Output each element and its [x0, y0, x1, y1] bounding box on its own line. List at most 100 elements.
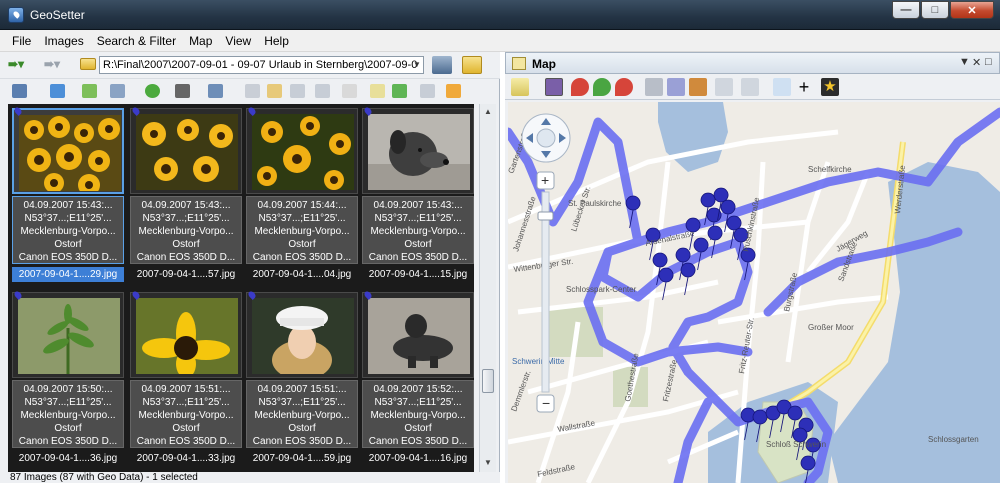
copy-icon[interactable] [267, 84, 282, 98]
photo-camera: Canon EOS 350D D... [136, 436, 236, 447]
photo-region: Mecklenburg-Vorpo... [370, 410, 466, 421]
menu-help[interactable]: Help [264, 34, 289, 48]
photo-location: Ostorf [172, 239, 200, 250]
go-folder-icon[interactable] [432, 56, 452, 74]
tracks-icon[interactable] [392, 84, 407, 98]
photo-date: 04.09.2007 15:44:... [257, 200, 347, 211]
photo-region: Mecklenburg-Vorpo... [370, 226, 466, 237]
favorites-folder-icon[interactable] [462, 56, 482, 74]
photo-coordinates: N53°37...;E11°25'... [258, 213, 346, 224]
photo-region: Mecklenburg-Vorpo... [138, 410, 234, 421]
photo-info: 04.09.2007 15:50:... N53°37...;E11°25'..… [12, 380, 124, 448]
photo-filename[interactable]: 2007-09-04-1....04.jpg [246, 267, 358, 282]
next-icon[interactable] [741, 78, 759, 96]
thumbnail-item[interactable]: 04.09.2007 15:51:... N53°37...;E11°25'..… [130, 290, 242, 464]
thumbnail-item[interactable]: 04.09.2007 15:43:... N53°37...;E11°25'..… [130, 106, 242, 280]
address-bar: ➠▾ ➠▾ R:\Final\2007\2007-09-01 - 09-07 U… [0, 52, 500, 78]
set-marker-icon[interactable] [545, 78, 563, 96]
refresh-icon[interactable] [145, 84, 160, 98]
thumbnail-item[interactable]: 04.09.2007 15:52:... N53°37...;E11°25'..… [362, 290, 474, 464]
photo-region: Mecklenburg-Vorpo... [20, 226, 116, 237]
edit-data-icon[interactable] [110, 84, 125, 98]
map-view[interactable]: Arsenalstraße Schlosspark-Center Johanne… [508, 102, 1000, 483]
map-icon [512, 57, 526, 70]
scroll-thumb[interactable] [482, 369, 494, 393]
assign-position-icon[interactable] [82, 84, 97, 98]
paste-icon[interactable] [290, 84, 305, 98]
search-place-icon[interactable] [689, 78, 707, 96]
red-pin-icon[interactable] [571, 78, 589, 96]
map-type-icon[interactable] [511, 78, 529, 96]
photo-coordinates: N53°37...;E11°25'... [258, 397, 346, 408]
scroll-up-icon[interactable]: ▲ [481, 105, 495, 119]
photo-flowers [252, 114, 354, 190]
panel-menu-icon[interactable]: ▼ [959, 56, 970, 68]
minimize-button[interactable]: — [892, 1, 920, 19]
photo-filename[interactable]: 2007-09-04-1....15.jpg [362, 267, 474, 282]
comment-icon[interactable] [773, 78, 791, 96]
photo-camera: Canon EOS 350D D... [368, 436, 468, 447]
map-toolbar: + ★ [505, 74, 1000, 100]
undo-icon[interactable] [420, 84, 435, 98]
photo-info: 04.09.2007 15:51:... N53°37...;E11°25'..… [246, 380, 358, 448]
window-title: GeoSetter [30, 8, 85, 22]
thumbnail-item[interactable]: 04.09.2007 15:50:... N53°37...;E11°25'..… [12, 290, 124, 464]
map-view-icon[interactable] [370, 84, 385, 98]
paste-special-icon[interactable] [315, 84, 330, 98]
photo-info: 04.09.2007 15:43:... N53°37...;E11°25'..… [130, 196, 242, 264]
menu-view[interactable]: View [225, 34, 251, 48]
thumbnail-item[interactable]: 04.09.2007 15:43:... N53°37...;E11°25'..… [362, 106, 474, 280]
photo-camera: Canon EOS 350D D... [18, 252, 118, 263]
label-schwerin-mitte: Schwerin Mitte [512, 357, 565, 366]
menu-file[interactable]: File [12, 34, 31, 48]
favorites-star-icon[interactable]: ★ [821, 78, 839, 96]
label-schlosspark-center: Schlosspark-Center [566, 285, 637, 294]
close-button[interactable]: ✕ [950, 1, 994, 19]
thumbnail-item[interactable]: 04.09.2007 15:51:... N53°37...;E11°25'..… [246, 290, 358, 464]
menu-images[interactable]: Images [44, 34, 83, 48]
menu-search-filter[interactable]: Search & Filter [97, 34, 176, 48]
maximize-button[interactable]: □ [921, 1, 949, 19]
photo-region: Mecklenburg-Vorpo... [138, 226, 234, 237]
panel-pin-icon[interactable]: □ [985, 56, 992, 68]
path-dropdown-icon[interactable]: ▼ [411, 57, 423, 73]
photo-region: Mecklenburg-Vorpo... [254, 226, 350, 237]
photo-camera: Canon EOS 350D D... [252, 252, 352, 263]
thumbnail-item[interactable]: 04.09.2007 15:43:... N53°37...;E11°25'..… [12, 106, 124, 282]
view-mode-icon[interactable] [12, 84, 27, 98]
image-browser-panel: ➠▾ ➠▾ R:\Final\2007\2007-09-01 - 09-07 U… [0, 52, 500, 483]
photo-filename[interactable]: 2007-09-04-1....57.jpg [130, 267, 242, 282]
previous-icon[interactable] [715, 78, 733, 96]
thumbnail-scrollbar[interactable]: ▲ ▼ [479, 104, 496, 472]
route-tool-icon[interactable] [667, 78, 685, 96]
photo-filename[interactable]: 2007-09-04-1....36.jpg [12, 451, 124, 466]
crosshair-icon[interactable]: + [795, 78, 813, 96]
map-panel: Map ▼ ✕ □ + ★ Arsenalstraße Schlosspark-… [505, 52, 1000, 483]
track-tool-icon[interactable] [645, 78, 663, 96]
folder-path-input[interactable]: R:\Final\2007\2007-09-01 - 09-07 Urlaub … [99, 56, 424, 74]
info-icon[interactable] [446, 84, 461, 98]
photo-filename[interactable]: 2007-09-04-1....59.jpg [246, 451, 358, 466]
select-icon[interactable] [50, 84, 65, 98]
photo-filename[interactable]: 2007-09-04-1....16.jpg [362, 451, 474, 466]
folder-up-icon[interactable] [80, 58, 96, 70]
photo-date: 04.09.2007 15:52:... [373, 384, 463, 395]
print-icon[interactable] [175, 84, 190, 98]
photo-filename[interactable]: 2007-09-04-1....33.jpg [130, 451, 242, 466]
forward-arrow-icon[interactable]: ➠▾ [44, 57, 74, 73]
cut-icon[interactable] [245, 84, 260, 98]
scroll-down-icon[interactable]: ▼ [481, 456, 495, 470]
zoom-in-icon: + [541, 172, 549, 188]
remove-pin-icon[interactable] [615, 78, 633, 96]
back-arrow-icon[interactable]: ➠▾ [8, 57, 38, 73]
photo-filename[interactable]: 2007-09-04-1....29.jpg [12, 267, 124, 282]
menu-map[interactable]: Map [189, 34, 212, 48]
photo-coordinates: N53°37...;E11°25'... [374, 397, 462, 408]
map-pan-control[interactable] [521, 113, 571, 163]
thumbnail-item[interactable]: 04.09.2007 15:44:... N53°37...;E11°25'..… [246, 106, 358, 280]
green-pin-icon[interactable] [593, 78, 611, 96]
zoom-slider-handle [537, 211, 554, 221]
panel-close-icon[interactable]: ✕ [972, 56, 981, 69]
filter-icon[interactable] [208, 84, 223, 98]
delete-icon[interactable] [342, 84, 357, 98]
